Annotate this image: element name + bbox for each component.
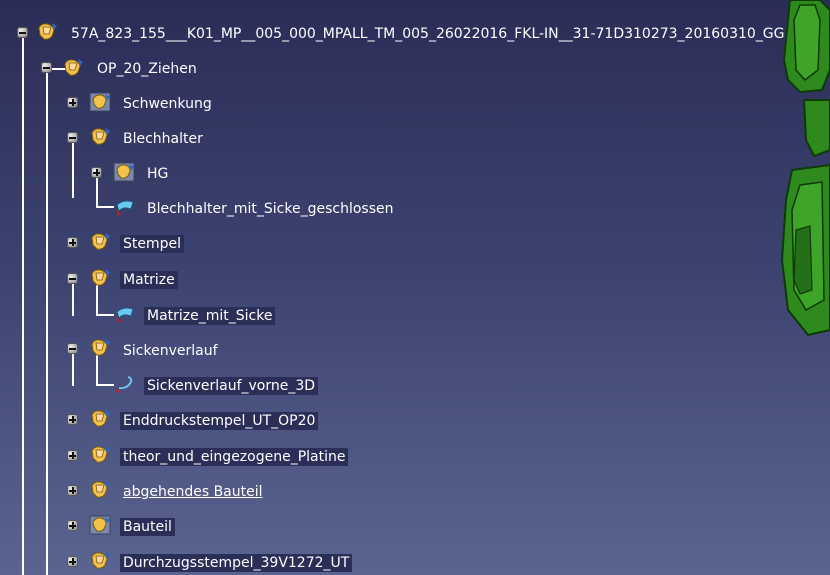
collapse-toggle[interactable]: [17, 27, 28, 38]
tree-node-item[interactable]: Sickenverlauf_vorne_3D: [144, 377, 319, 395]
tree-node-item[interactable]: Durchzugsstempel_39V1272_UT: [120, 554, 353, 572]
product-icon: [91, 233, 110, 250]
tree-node-item[interactable]: Stempel: [120, 235, 185, 253]
collapse-toggle[interactable]: [67, 273, 78, 284]
expand-toggle[interactable]: [67, 556, 78, 567]
tree-node-root[interactable]: 57A_823_155___K01_MP__005_000_MPALL_TM_0…: [68, 25, 788, 43]
3d-viewport[interactable]: 57A_823_155___K01_MP__005_000_MPALL_TM_0…: [0, 0, 830, 575]
collapse-toggle[interactable]: [67, 132, 78, 143]
curve-icon: [116, 376, 133, 393]
collapse-toggle[interactable]: [67, 343, 78, 354]
tree-node-item[interactable]: theor_und_eingezogene_Platine: [120, 448, 349, 466]
product-icon: [38, 23, 57, 40]
tree-node-item[interactable]: Blechhalter_mit_Sicke_geschlossen: [144, 200, 396, 218]
component-icon: [113, 162, 135, 182]
tree-node-item[interactable]: Blechhalter: [120, 130, 206, 148]
expand-toggle[interactable]: [67, 485, 78, 496]
tree-node-item[interactable]: HG: [144, 165, 171, 183]
product-icon: [91, 481, 110, 498]
tree-node-item[interactable]: Enddruckstempel_UT_OP20: [120, 412, 319, 430]
product-icon: [91, 446, 110, 463]
tree-node-op20[interactable]: OP_20_Ziehen: [94, 60, 200, 78]
tree-node-item[interactable]: Schwenkung: [120, 95, 215, 113]
tree-node-item[interactable]: Sickenverlauf: [120, 342, 221, 360]
tree-node-item[interactable]: Matrize_mit_Sicke: [144, 307, 276, 325]
expand-toggle[interactable]: [67, 97, 78, 108]
component-icon: [89, 515, 111, 535]
product-icon: [91, 339, 110, 356]
expand-toggle[interactable]: [67, 450, 78, 461]
component-icon: [89, 92, 111, 112]
tree-node-item[interactable]: Bauteil: [120, 518, 175, 536]
product-icon: [91, 269, 110, 286]
product-icon: [64, 59, 83, 76]
product-icon: [91, 128, 110, 145]
surface-icon: [116, 307, 134, 323]
tree-node-item[interactable]: abgehendes Bauteil: [120, 483, 266, 501]
part-geometry[interactable]: [760, 0, 830, 575]
collapse-toggle[interactable]: [41, 62, 52, 73]
expand-toggle[interactable]: [91, 167, 102, 178]
surface-icon: [116, 200, 134, 216]
expand-toggle[interactable]: [67, 414, 78, 425]
product-icon: [91, 552, 110, 569]
tree-node-item[interactable]: Matrize: [120, 271, 178, 289]
product-icon: [91, 410, 110, 427]
expand-toggle[interactable]: [67, 237, 78, 248]
expand-toggle[interactable]: [67, 520, 78, 531]
